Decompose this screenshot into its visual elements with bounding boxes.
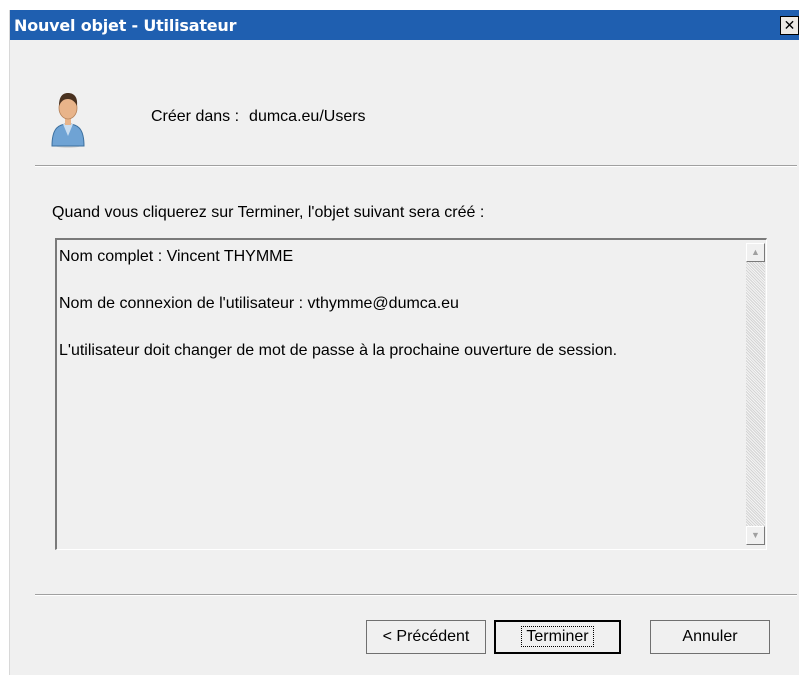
- close-button[interactable]: ✕: [780, 16, 799, 35]
- user-icon: [51, 93, 85, 148]
- create-in-label: Créer dans :: [151, 108, 240, 125]
- dialog-window: Nouvel objet - Utilisateur ✕ Créer dans …: [9, 10, 799, 675]
- vertical-scrollbar[interactable]: ▲ ▼: [746, 243, 765, 545]
- arrow-down-icon: ▼: [751, 530, 760, 540]
- summary-line-password-change: L'utilisateur doit changer de mot de pas…: [59, 342, 618, 359]
- window-title: Nouvel objet - Utilisateur: [14, 16, 237, 35]
- separator: [35, 165, 797, 167]
- create-path: dumca.eu/Users: [249, 108, 366, 125]
- summary-text: Nom complet : Vincent THYMME Nom de conn…: [59, 244, 739, 385]
- finish-button[interactable]: Terminer: [494, 620, 621, 654]
- scroll-down-button[interactable]: ▼: [746, 526, 765, 545]
- summary-textbox[interactable]: Nom complet : Vincent THYMME Nom de conn…: [55, 238, 767, 550]
- separator: [35, 594, 797, 596]
- scroll-up-button[interactable]: ▲: [746, 243, 765, 262]
- arrow-up-icon: ▲: [751, 247, 760, 257]
- title-bar[interactable]: Nouvel objet - Utilisateur ✕: [10, 10, 799, 40]
- close-icon: ✕: [783, 17, 796, 33]
- cancel-button[interactable]: Annuler: [650, 620, 770, 654]
- summary-line-logon-name: Nom de connexion de l'utilisateur : vthy…: [59, 295, 459, 312]
- instruction-text: Quand vous cliquerez sur Terminer, l'obj…: [52, 204, 485, 221]
- summary-line-full-name: Nom complet : Vincent THYMME: [59, 248, 294, 265]
- create-location: Créer dans : dumca.eu/Users: [151, 108, 366, 126]
- previous-button[interactable]: < Précédent: [366, 620, 486, 654]
- finish-button-label: Terminer: [521, 626, 594, 647]
